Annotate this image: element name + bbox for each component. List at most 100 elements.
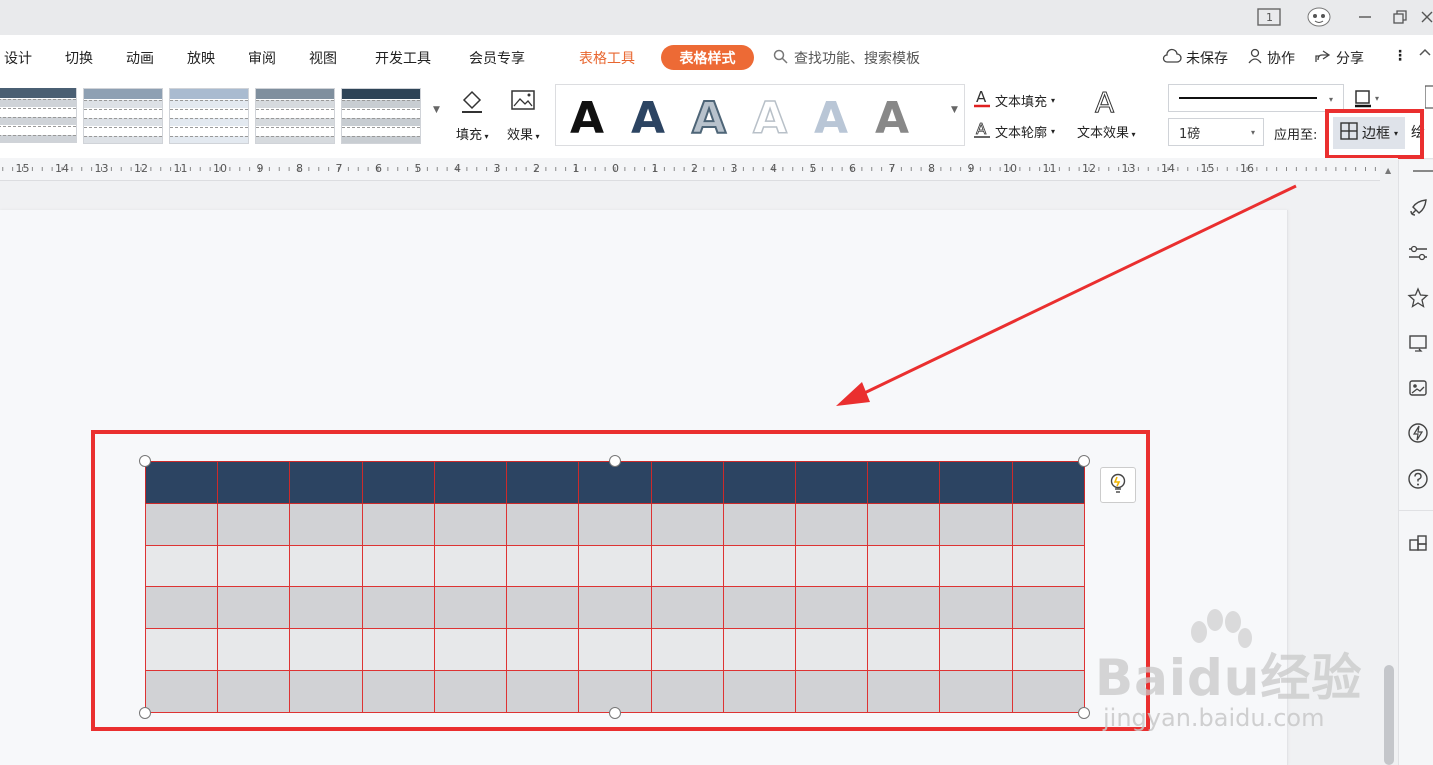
text-outline-icon: A — [973, 119, 991, 143]
tab-transition[interactable]: 切换 — [65, 48, 93, 68]
wordart-style-6[interactable]: A — [875, 91, 909, 147]
svg-text:A: A — [976, 88, 987, 106]
sidebar-collapse-bar[interactable] — [1413, 170, 1433, 172]
chevron-down-icon: ▾ — [1250, 127, 1255, 137]
unsaved-label: 未保存 — [1186, 51, 1228, 67]
ruler-number: 11 — [173, 162, 188, 175]
restore-icon[interactable] — [1387, 6, 1413, 28]
star-icon[interactable] — [1407, 287, 1429, 309]
tab-table-tools[interactable]: 表格工具 — [579, 48, 635, 68]
ruler-ticks — [2, 167, 1396, 171]
effect-label: 效果 — [507, 128, 534, 143]
minimize-icon[interactable] — [1352, 6, 1378, 28]
ruler-number: 14 — [1161, 162, 1175, 175]
settings-sliders-icon[interactable] — [1407, 242, 1429, 264]
ruler-number: 8 — [928, 162, 935, 175]
tab-slideshow[interactable]: 放映 — [187, 48, 215, 68]
ruler-number: 9 — [967, 162, 975, 175]
image-gallery-icon[interactable] — [1407, 377, 1429, 399]
table-style-thumb-3[interactable] — [169, 88, 249, 144]
ruler-number: 8 — [296, 162, 303, 175]
help-icon[interactable] — [1407, 468, 1429, 490]
tab-animation[interactable]: 动画 — [126, 48, 154, 68]
draw-table-icon[interactable] — [1424, 84, 1433, 114]
wordart-style-4[interactable]: A — [752, 91, 788, 147]
table-style-thumb-4[interactable] — [255, 88, 335, 144]
collapse-ribbon-icon[interactable] — [1417, 45, 1433, 65]
tab-design[interactable]: 设计 — [4, 48, 32, 68]
tab-view[interactable]: 视图 — [309, 48, 337, 68]
image-effect-icon — [508, 88, 538, 118]
menu-bar: 设计 切换 动画 放映 审阅 视图 开发工具 会员专享 表格工具 表格样式 查找… — [0, 35, 1433, 80]
wordart-gallery-expand-icon[interactable]: ▼ — [951, 105, 958, 115]
ruler-number: 4 — [770, 162, 777, 175]
ruler-number: 3 — [730, 162, 738, 175]
rocket-icon[interactable] — [1407, 197, 1429, 219]
ruler-number: 2 — [533, 162, 540, 175]
search-input[interactable]: 查找功能、搜索模板 — [773, 48, 920, 68]
collab-button[interactable]: 协作 — [1247, 48, 1295, 68]
tab-member[interactable]: 会员专享 — [469, 48, 525, 68]
share-label: 分享 — [1336, 51, 1364, 67]
vertical-scrollbar[interactable]: ▲ — [1380, 160, 1398, 765]
table-highlight-annotation — [91, 430, 1150, 731]
search-placeholder: 查找功能、搜索模板 — [794, 51, 920, 67]
text-outline-button[interactable]: A 文本轮廓 ▾ — [973, 119, 1055, 143]
style-gallery-expand-icon[interactable]: ▼ — [433, 105, 440, 115]
wordart-style-1[interactable]: A — [570, 91, 604, 147]
share-button[interactable]: 分享 — [1314, 48, 1364, 68]
avatar-icon[interactable] — [1305, 6, 1333, 28]
table-style-thumb-2[interactable] — [83, 88, 163, 144]
annotation-arrow — [836, 184, 1297, 406]
person-icon — [1247, 48, 1263, 68]
scroll-up-icon[interactable]: ▲ — [1385, 166, 1391, 175]
fill-button[interactable]: 填充 ▾ — [456, 88, 489, 143]
wordart-style-5[interactable]: A — [814, 91, 848, 147]
watermark-logo: Baidu经验 — [1095, 649, 1363, 707]
text-outline-label: 文本轮廓 — [995, 125, 1048, 141]
ruler-number: 3 — [493, 162, 501, 175]
lightning-icon[interactable] — [1407, 422, 1429, 444]
ruler-number: 14 — [55, 162, 69, 175]
wordart-style-2[interactable]: A — [631, 91, 665, 147]
ruler-number: 13 — [1121, 162, 1136, 175]
ruler-number: 5 — [809, 162, 817, 175]
plugin-icon[interactable] — [1407, 532, 1429, 554]
title-bar: 1 — [0, 0, 1433, 35]
search-icon — [773, 49, 788, 68]
border-highlight-annotation — [1325, 109, 1424, 159]
text-fill-button[interactable]: A 文本填充 ▾ — [973, 88, 1055, 112]
line-weight-value: 1磅 — [1179, 126, 1201, 142]
horizontal-ruler: 15 14 13 12 11 10 9 8 7 6 5 4 3 2 1 0 1 2 3 4 5 6 7 8 9 10 11 12 13 1… — [0, 158, 1398, 181]
svg-text:▾: ▾ — [1375, 94, 1379, 103]
wordart-style-3[interactable]: A — [691, 91, 727, 147]
ruler-number: 10 — [1003, 162, 1017, 175]
svg-text:▾: ▾ — [1329, 95, 1333, 104]
text-effect-label: 文本效果 — [1077, 126, 1130, 141]
ruler-number: 9 — [256, 162, 264, 175]
text-fill-label: 文本填充 — [995, 94, 1048, 110]
effect-button[interactable]: 效果 ▾ — [507, 88, 540, 143]
tab-developer[interactable]: 开发工具 — [375, 48, 431, 68]
transition-icon[interactable] — [1407, 332, 1429, 354]
text-effect-button[interactable]: A 文本效果 ▾ — [1077, 86, 1136, 142]
share-icon — [1314, 48, 1332, 68]
ruler-number: 2 — [691, 162, 698, 175]
ruler-number: 16 — [1240, 162, 1254, 175]
table-style-thumb-5[interactable] — [341, 88, 421, 144]
wordart-gallery: A A A A A A — [555, 84, 965, 146]
close-icon[interactable] — [1420, 6, 1433, 28]
scroll-thumb[interactable] — [1384, 665, 1394, 765]
more-menu-icon[interactable]: ⋮ — [1393, 48, 1407, 64]
ruler-number: 15 — [15, 162, 30, 175]
ruler-number: 12 — [1082, 162, 1096, 175]
line-style-select[interactable]: ▾ — [1168, 84, 1344, 112]
table-style-thumb-1[interactable] — [0, 88, 77, 143]
tab-table-style[interactable]: 表格样式 — [661, 45, 754, 70]
page-indicator-icon[interactable]: 1 — [1256, 6, 1282, 28]
svg-text:A: A — [976, 120, 987, 138]
ruler-number: 11 — [1042, 162, 1057, 175]
unsaved-button[interactable]: 未保存 — [1162, 48, 1228, 68]
line-weight-select[interactable]: 1磅 ▾ — [1168, 118, 1264, 146]
tab-review[interactable]: 审阅 — [248, 48, 276, 68]
